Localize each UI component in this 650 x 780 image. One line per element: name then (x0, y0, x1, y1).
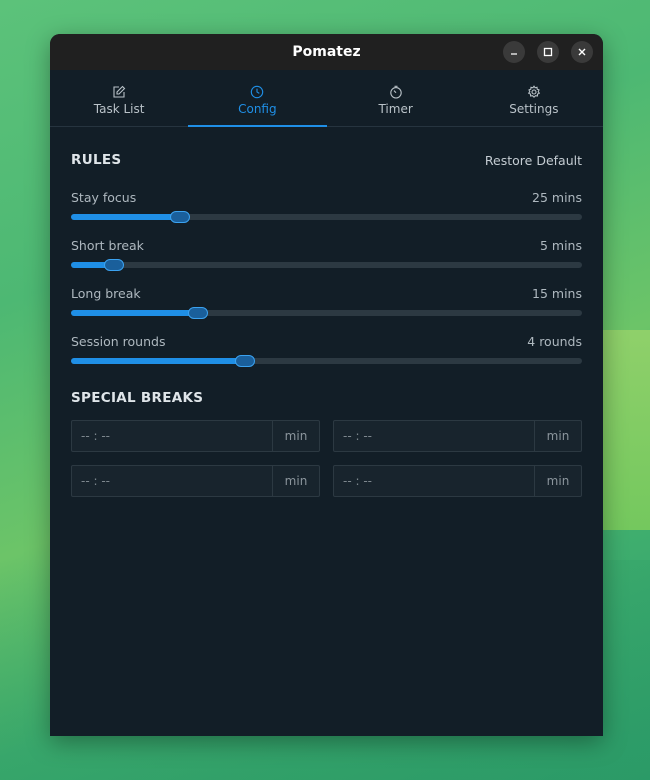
maximize-button[interactable] (537, 41, 559, 63)
minimize-icon (511, 53, 517, 55)
special-breaks-grid: -- : -- min -- : -- min -- : -- min -- :… (71, 420, 582, 497)
special-breaks-title: SPECIAL BREAKS (71, 390, 204, 406)
window-title: Pomatez (292, 44, 361, 60)
tab-config[interactable]: Config (188, 70, 327, 127)
app-window: Pomatez Task List Config Timer Settings … (50, 34, 603, 736)
duration-field[interactable]: min (534, 421, 581, 451)
title-bar[interactable]: Pomatez (50, 34, 603, 70)
minimize-button[interactable] (503, 41, 525, 63)
slider-session-rounds: Session rounds 4 rounds (71, 334, 582, 367)
tab-label: Task List (93, 101, 145, 116)
slider-label: Session rounds (71, 334, 166, 349)
slider-fill (71, 310, 199, 316)
slider-fill (71, 214, 180, 220)
special-break-input: -- : -- min (333, 465, 582, 497)
stopwatch-icon (389, 85, 402, 99)
slider-label: Stay focus (71, 190, 137, 205)
tab-label: Timer (378, 101, 413, 116)
slider-track[interactable] (71, 355, 582, 367)
slider-short-break: Short break 5 mins (71, 238, 582, 271)
close-icon (578, 48, 586, 56)
duration-field[interactable]: min (272, 466, 319, 496)
special-break-input: -- : -- min (71, 420, 320, 452)
tab-label: Settings (509, 101, 559, 116)
tab-settings[interactable]: Settings (465, 70, 603, 126)
config-panel: RULES Restore Default Stay focus 25 mins… (50, 152, 603, 497)
tab-task-list[interactable]: Task List (50, 70, 188, 126)
slider-thumb[interactable] (103, 259, 124, 271)
time-field[interactable]: -- : -- (72, 421, 272, 451)
duration-field[interactable]: min (534, 466, 581, 496)
clock-icon (251, 85, 264, 98)
maximize-icon (543, 47, 553, 57)
slider-thumb[interactable] (188, 307, 209, 319)
slider-track[interactable] (71, 259, 582, 271)
slider-track[interactable] (71, 307, 582, 319)
slider-track[interactable] (71, 211, 582, 223)
time-field[interactable]: -- : -- (334, 466, 534, 496)
gear-icon (527, 84, 541, 98)
special-break-input: -- : -- min (333, 420, 582, 452)
slider-value: 4 rounds (527, 334, 582, 349)
slider-label: Short break (71, 238, 144, 253)
tab-timer[interactable]: Timer (327, 70, 465, 126)
rules-title: RULES (71, 152, 122, 168)
slider-value: 25 mins (532, 190, 582, 205)
time-field[interactable]: -- : -- (334, 421, 534, 451)
duration-field[interactable]: min (272, 421, 319, 451)
close-button[interactable] (571, 41, 593, 63)
tab-label: Config (238, 101, 277, 116)
rules-header: RULES Restore Default (71, 152, 582, 168)
slider-thumb[interactable] (234, 355, 255, 367)
edit-icon (113, 85, 126, 98)
tab-bar: Task List Config Timer Settings (50, 70, 603, 127)
slider-label: Long break (71, 286, 141, 301)
slider-stay-focus: Stay focus 25 mins (71, 190, 582, 223)
slider-thumb[interactable] (169, 211, 190, 223)
slider-fill (71, 358, 245, 364)
time-field[interactable]: -- : -- (72, 466, 272, 496)
window-controls (503, 41, 593, 63)
slider-value: 5 mins (539, 238, 582, 253)
slider-long-break: Long break 15 mins (71, 286, 582, 319)
special-break-input: -- : -- min (71, 465, 320, 497)
slider-value: 15 mins (532, 286, 582, 301)
restore-default-button[interactable]: Restore Default (485, 153, 582, 168)
